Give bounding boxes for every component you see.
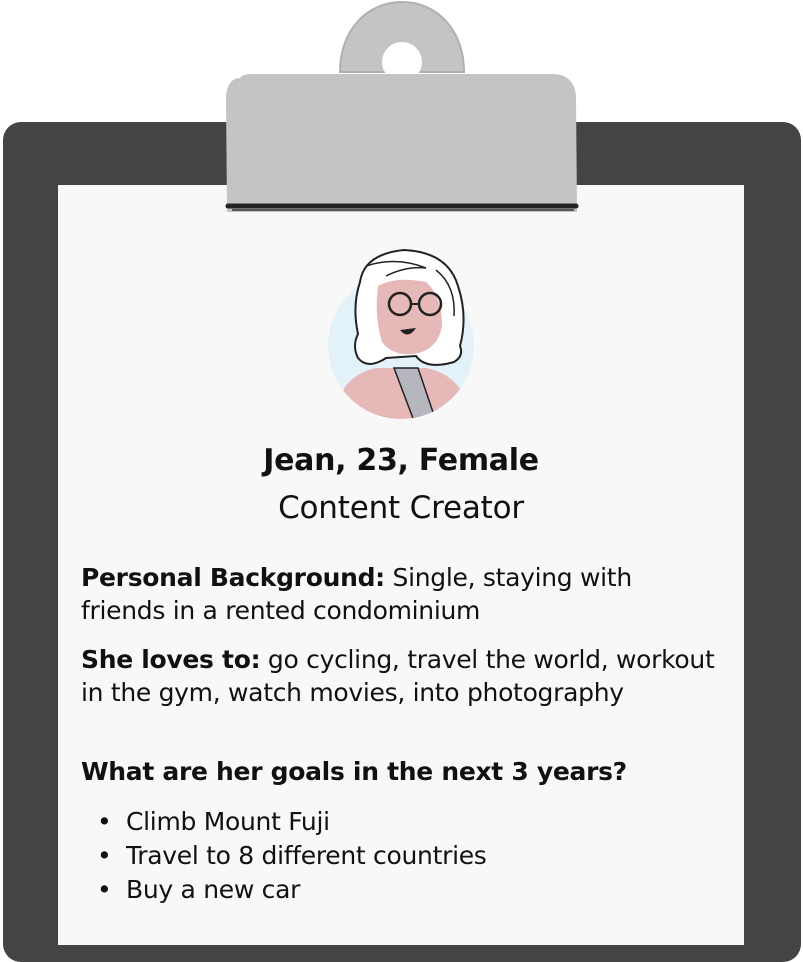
avatar-woman-icon xyxy=(328,248,474,419)
goal-text: Travel to 8 different countries xyxy=(126,841,487,870)
goals-list: • Climb Mount Fuji • Travel to 8 different… xyxy=(81,805,487,907)
bullet-icon: • xyxy=(97,807,112,836)
personal-background-label: Personal Background: xyxy=(81,563,385,592)
persona-role: Content Creator xyxy=(278,490,524,526)
goal-text: Buy a new car xyxy=(126,875,301,904)
list-item: • Climb Mount Fuji xyxy=(81,805,487,839)
personal-background: Personal Background: Single, staying wit… xyxy=(81,561,721,627)
list-item: • Buy a new car xyxy=(81,873,487,907)
she-loves-to-label: She loves to: xyxy=(81,645,261,674)
bullet-icon: • xyxy=(97,875,112,904)
list-item: • Travel to 8 different countries xyxy=(81,839,487,873)
clipboard-clip-icon xyxy=(225,0,579,212)
persona-name: Jean, 23, Female xyxy=(263,443,539,478)
she-loves-to: She loves to: go cycling, travel the wor… xyxy=(81,643,721,709)
bullet-icon: • xyxy=(97,841,112,870)
goal-text: Climb Mount Fuji xyxy=(126,807,330,836)
goals-heading: What are her goals in the next 3 years? xyxy=(81,757,627,786)
